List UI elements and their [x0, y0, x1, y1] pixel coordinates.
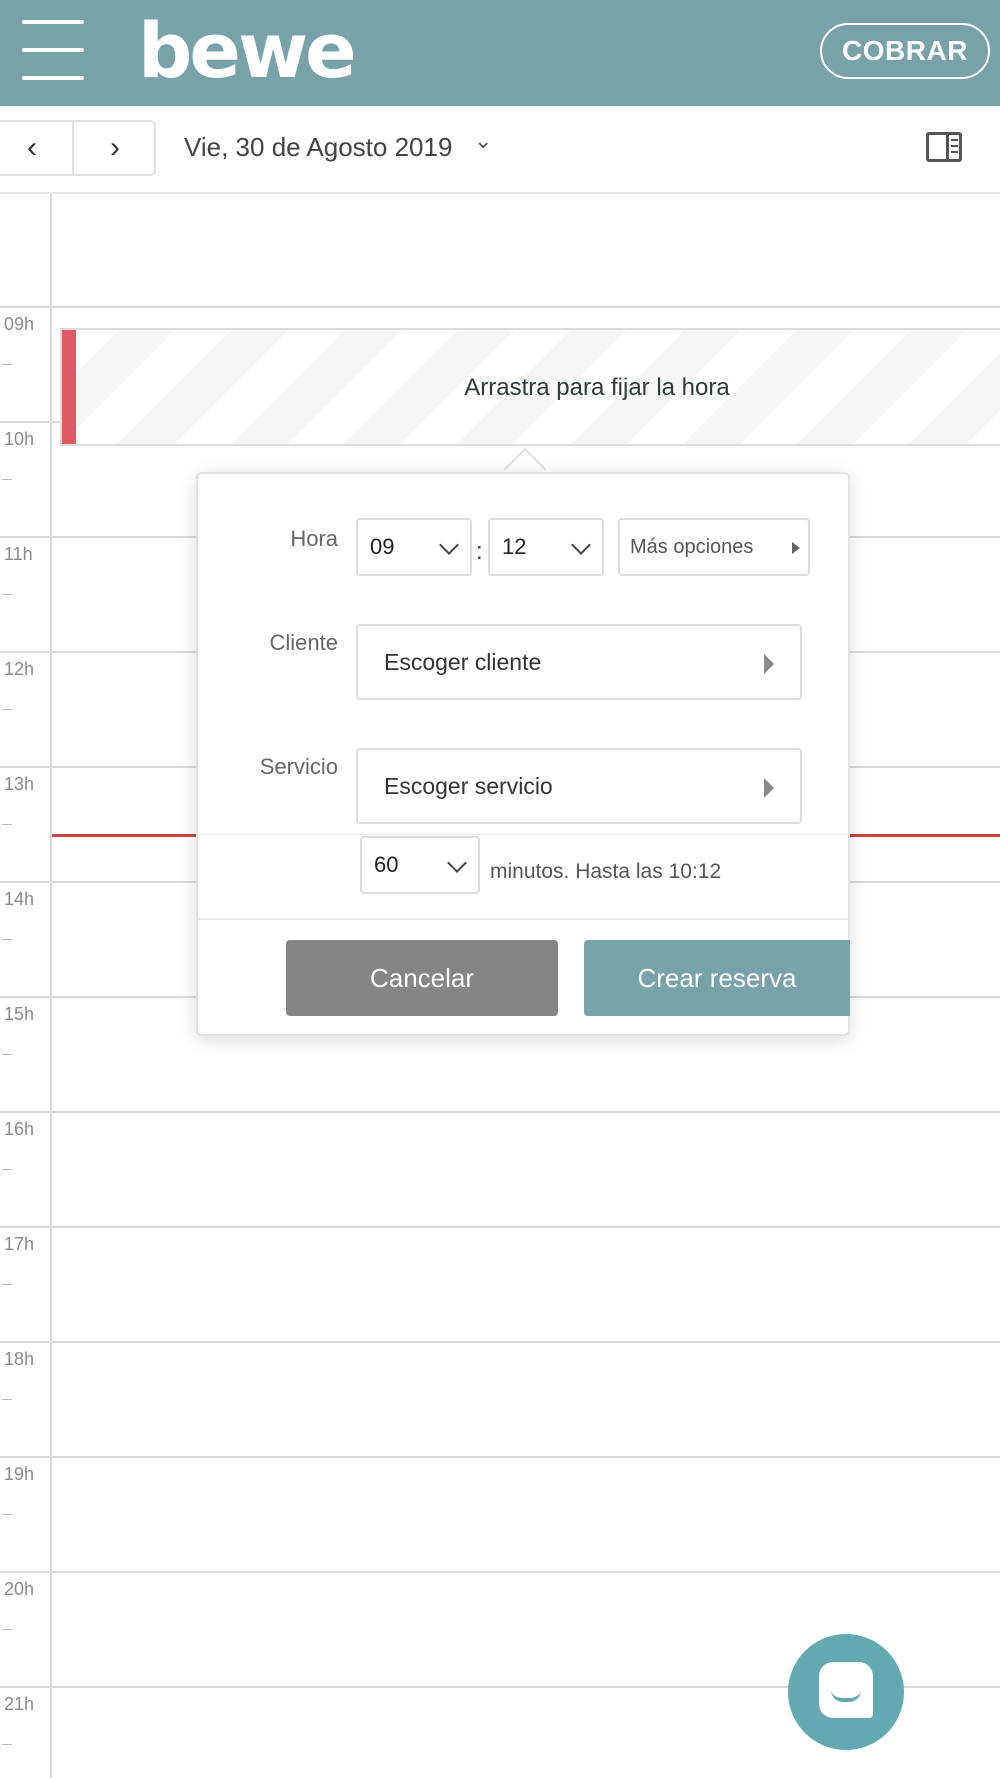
popover-footer-divider	[198, 918, 848, 920]
brand-logo[interactable]: bewe	[138, 6, 357, 96]
client-picker-text: Escoger cliente	[384, 649, 542, 675]
hour-select[interactable]: 09	[356, 518, 472, 576]
hour-row[interactable]: 16h	[0, 1111, 1000, 1226]
next-day-button[interactable]: ›	[74, 122, 156, 174]
chat-icon-smile	[831, 1690, 861, 1702]
half-hour-tick	[2, 594, 12, 595]
calendar-toolbar: ‹ › Vie, 30 de Agosto 2019 ⌄	[0, 106, 1000, 194]
time-separator: :	[476, 538, 483, 565]
hour-label: 14h	[4, 889, 35, 909]
half-hour-tick	[2, 1629, 12, 1630]
half-hour-tick	[2, 364, 12, 365]
new-booking-slot[interactable]: Arrastra para fijar la hora	[60, 328, 1000, 446]
menu-icon[interactable]	[22, 20, 84, 80]
half-hour-tick	[2, 824, 12, 825]
minute-select-value: 12	[502, 534, 527, 559]
service-picker-text: Escoger servicio	[384, 773, 553, 799]
all-day-row[interactable]	[0, 194, 1000, 306]
hour-label: Hora	[290, 526, 338, 551]
service-label: Servicio	[259, 754, 338, 779]
half-hour-tick	[2, 1284, 12, 1285]
booking-popover: Hora 09 : 12 Más opciones Cliente Escoge…	[196, 472, 850, 1036]
app-root: bewe COBRAR ‹ › Vie, 30 de Agosto 2019 ⌄…	[0, 0, 1000, 1778]
drag-hint: Arrastra para fijar la hora	[464, 374, 730, 401]
chevron-down-icon	[571, 535, 591, 555]
chat-launcher-button[interactable]	[788, 1634, 904, 1750]
top-bar: bewe COBRAR	[0, 0, 1000, 106]
half-hour-tick	[2, 1169, 12, 1170]
half-hour-tick	[2, 1744, 12, 1745]
side-panel-icon-line	[951, 151, 958, 153]
chat-icon	[819, 1662, 873, 1718]
hour-label: 09h	[4, 314, 35, 334]
hour-row[interactable]: 18h	[0, 1341, 1000, 1456]
half-hour-tick	[2, 709, 12, 710]
hour-label: 19h	[4, 1464, 35, 1484]
hour-label: 15h	[4, 1004, 35, 1024]
hour-label: 12h	[4, 659, 35, 679]
minute-select[interactable]: 12	[488, 518, 604, 576]
half-hour-tick	[2, 939, 12, 940]
charge-button[interactable]: COBRAR	[820, 23, 990, 79]
hour-label: 16h	[4, 1119, 35, 1139]
half-hour-tick	[2, 1399, 12, 1400]
duration-select-value: 60	[374, 852, 399, 877]
menu-icon-bar	[22, 20, 84, 24]
half-hour-tick	[2, 1514, 12, 1515]
duration-select[interactable]: 60	[360, 836, 480, 894]
date-navigation: ‹ ›	[0, 120, 156, 176]
current-date[interactable]: Vie, 30 de Agosto 2019	[184, 132, 452, 163]
caret-right-icon	[792, 542, 800, 554]
service-picker[interactable]: Escoger servicio	[356, 748, 802, 824]
menu-icon-bar	[22, 76, 84, 80]
client-label: Cliente	[269, 630, 338, 655]
caret-right-icon	[764, 654, 774, 674]
hour-label: 13h	[4, 774, 35, 794]
more-options-button[interactable]: Más opciones	[618, 518, 810, 576]
side-panel-icon-line	[951, 145, 958, 147]
chevron-down-icon	[447, 853, 467, 873]
hour-row[interactable]: 17h	[0, 1226, 1000, 1341]
duration-divider	[198, 834, 848, 835]
hour-label: 21h	[4, 1694, 35, 1714]
side-panel-icon[interactable]	[926, 132, 962, 162]
client-picker[interactable]: Escoger cliente	[356, 624, 802, 700]
hour-row[interactable]: 19h	[0, 1456, 1000, 1571]
menu-icon-bar	[22, 48, 84, 52]
more-options-label: Más opciones	[630, 536, 754, 558]
duration-summary: minutos. Hasta las 10:12	[490, 860, 722, 883]
side-panel-icon-line	[951, 139, 958, 141]
previous-day-button[interactable]: ‹	[0, 122, 74, 174]
cancel-button[interactable]: Cancelar	[286, 940, 558, 1016]
hour-label: 17h	[4, 1234, 35, 1254]
create-booking-button[interactable]: Crear reserva	[584, 940, 850, 1016]
half-hour-tick	[2, 479, 12, 480]
hour-label: 20h	[4, 1579, 35, 1599]
hour-label: 18h	[4, 1349, 35, 1369]
hour-label: 11h	[4, 544, 33, 564]
hour-label: 10h	[4, 429, 35, 449]
chevron-down-icon	[439, 535, 459, 555]
half-hour-tick	[2, 1054, 12, 1055]
hour-select-value: 09	[370, 534, 395, 559]
chevron-down-icon[interactable]: ⌄	[474, 128, 492, 154]
caret-right-icon	[764, 778, 774, 798]
